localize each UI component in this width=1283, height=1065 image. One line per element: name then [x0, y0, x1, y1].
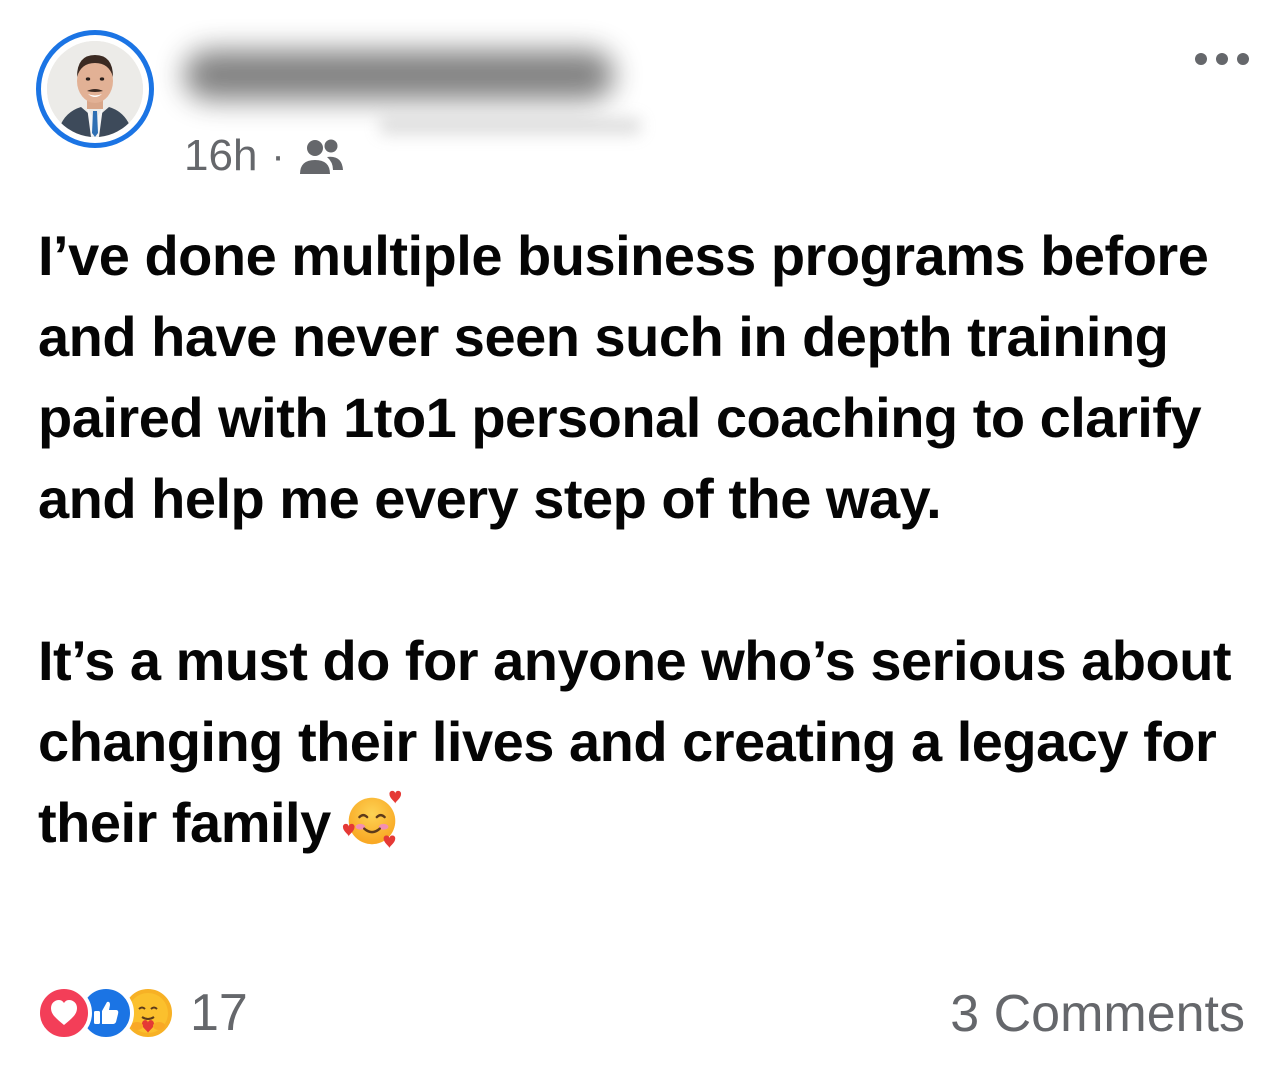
reaction-count[interactable]: 17: [190, 985, 248, 1041]
more-options-button[interactable]: [1195, 46, 1249, 72]
reactions-summary[interactable]: 17: [36, 985, 248, 1041]
post-body: I’ve done multiple business programs bef…: [38, 215, 1253, 871]
more-icon-dot: [1216, 53, 1228, 65]
facebook-post: 16h · I’ve done multiple business progra…: [0, 0, 1283, 1065]
friends-icon[interactable]: [297, 136, 345, 176]
post-paragraph-2: It’s a must do for anyone who’s serious …: [38, 620, 1253, 871]
author-avatar-story-ring[interactable]: [36, 30, 154, 148]
smiling-face-with-hearts-icon: [341, 788, 403, 871]
meta-separator: ·: [271, 134, 285, 178]
avatar[interactable]: [47, 41, 143, 137]
post-meta: 16h ·: [184, 132, 345, 180]
author-name-redacted[interactable]: [184, 50, 614, 100]
post-paragraph-2-text: It’s a must do for anyone who’s serious …: [38, 629, 1232, 854]
more-icon: [1195, 53, 1207, 65]
more-icon-dot: [1237, 53, 1249, 65]
comments-count-link[interactable]: 3 Comments: [950, 986, 1245, 1042]
redacted-meta: [380, 118, 640, 134]
post-paragraph-1: I’ve done multiple business programs bef…: [38, 224, 1209, 530]
avatar-photo: [47, 41, 143, 137]
love-icon: [36, 985, 92, 1041]
post-timestamp[interactable]: 16h: [184, 132, 257, 180]
